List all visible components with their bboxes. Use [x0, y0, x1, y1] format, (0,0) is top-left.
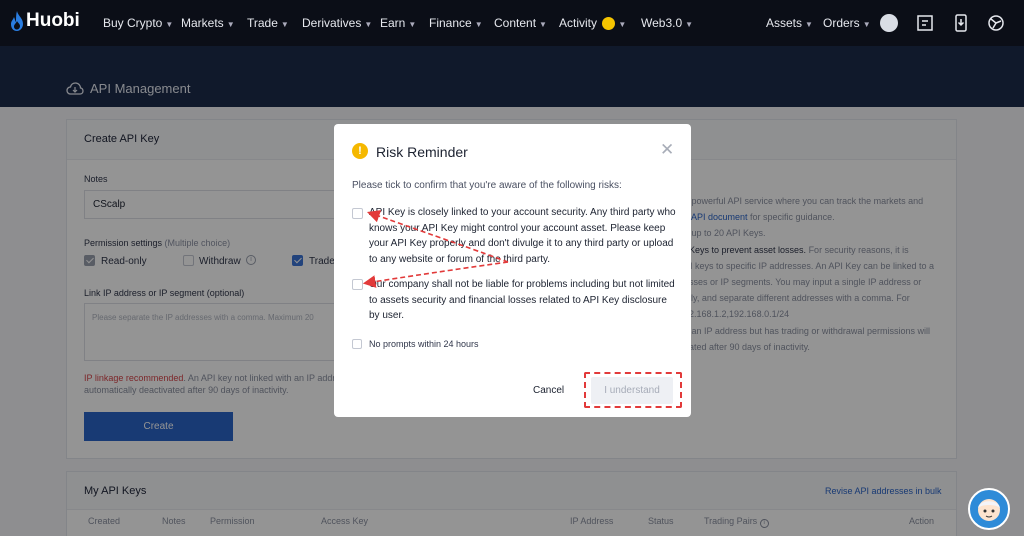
support-chat-icon[interactable]	[968, 488, 1010, 530]
annotation-arrow	[362, 261, 509, 288]
annotation-arrow	[366, 210, 509, 263]
understand-highlight	[584, 372, 682, 408]
mascot-icon	[978, 499, 1000, 521]
annotation-arrows	[362, 210, 509, 288]
